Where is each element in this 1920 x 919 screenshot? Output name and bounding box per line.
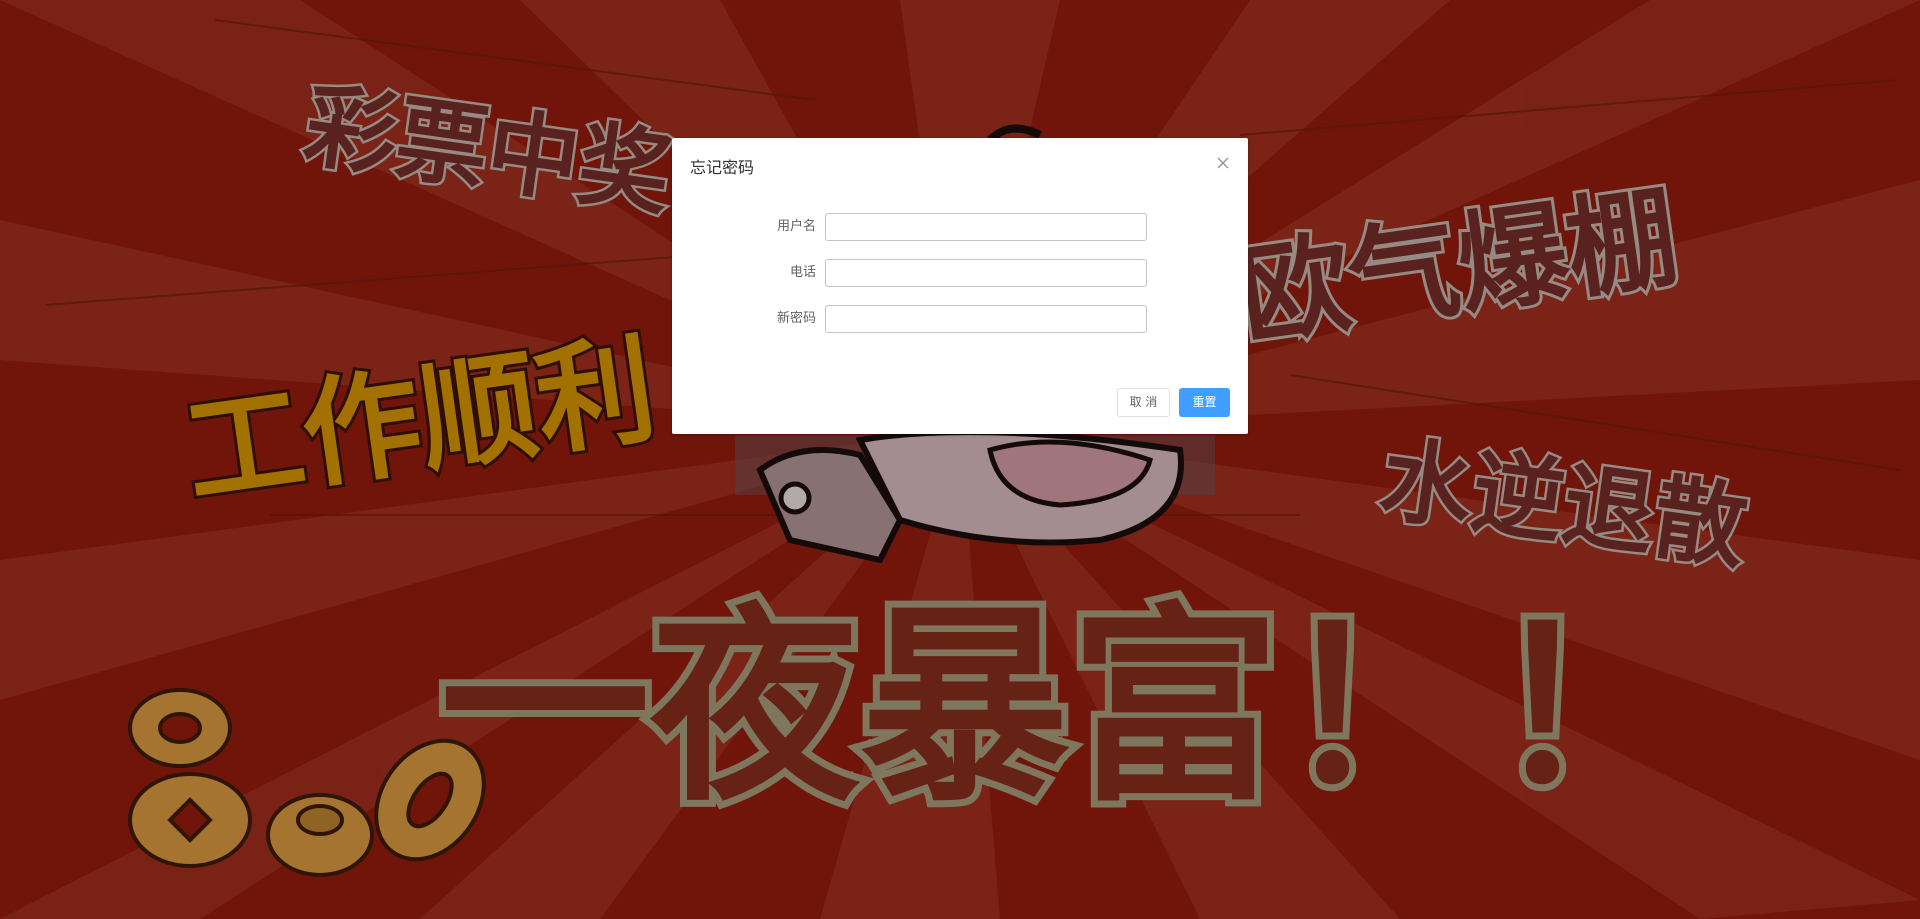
form-row-new-password: 新密码: [672, 305, 1248, 335]
new-password-input[interactable]: [825, 305, 1147, 333]
cancel-button[interactable]: 取 消: [1117, 388, 1170, 417]
new-password-label: 新密码: [776, 311, 816, 326]
page-root: 彩票中奖 欧气爆棚 工作顺利 水逆退散 一夜暴富！！ 忘记密码 用户名 电话 新…: [0, 0, 1920, 919]
form-row-username: 用户名: [672, 213, 1248, 243]
reset-button[interactable]: 重置: [1179, 388, 1230, 417]
dialog-title: 忘记密码: [690, 158, 755, 177]
phone-label: 电话: [789, 265, 816, 280]
close-icon[interactable]: [1216, 156, 1230, 170]
username-label: 用户名: [776, 219, 816, 234]
username-input[interactable]: [825, 213, 1147, 241]
form-row-phone: 电话: [672, 259, 1248, 289]
forgot-password-dialog: 忘记密码 用户名 电话 新密码 取 消 重置: [672, 138, 1248, 434]
phone-input[interactable]: [825, 259, 1147, 287]
